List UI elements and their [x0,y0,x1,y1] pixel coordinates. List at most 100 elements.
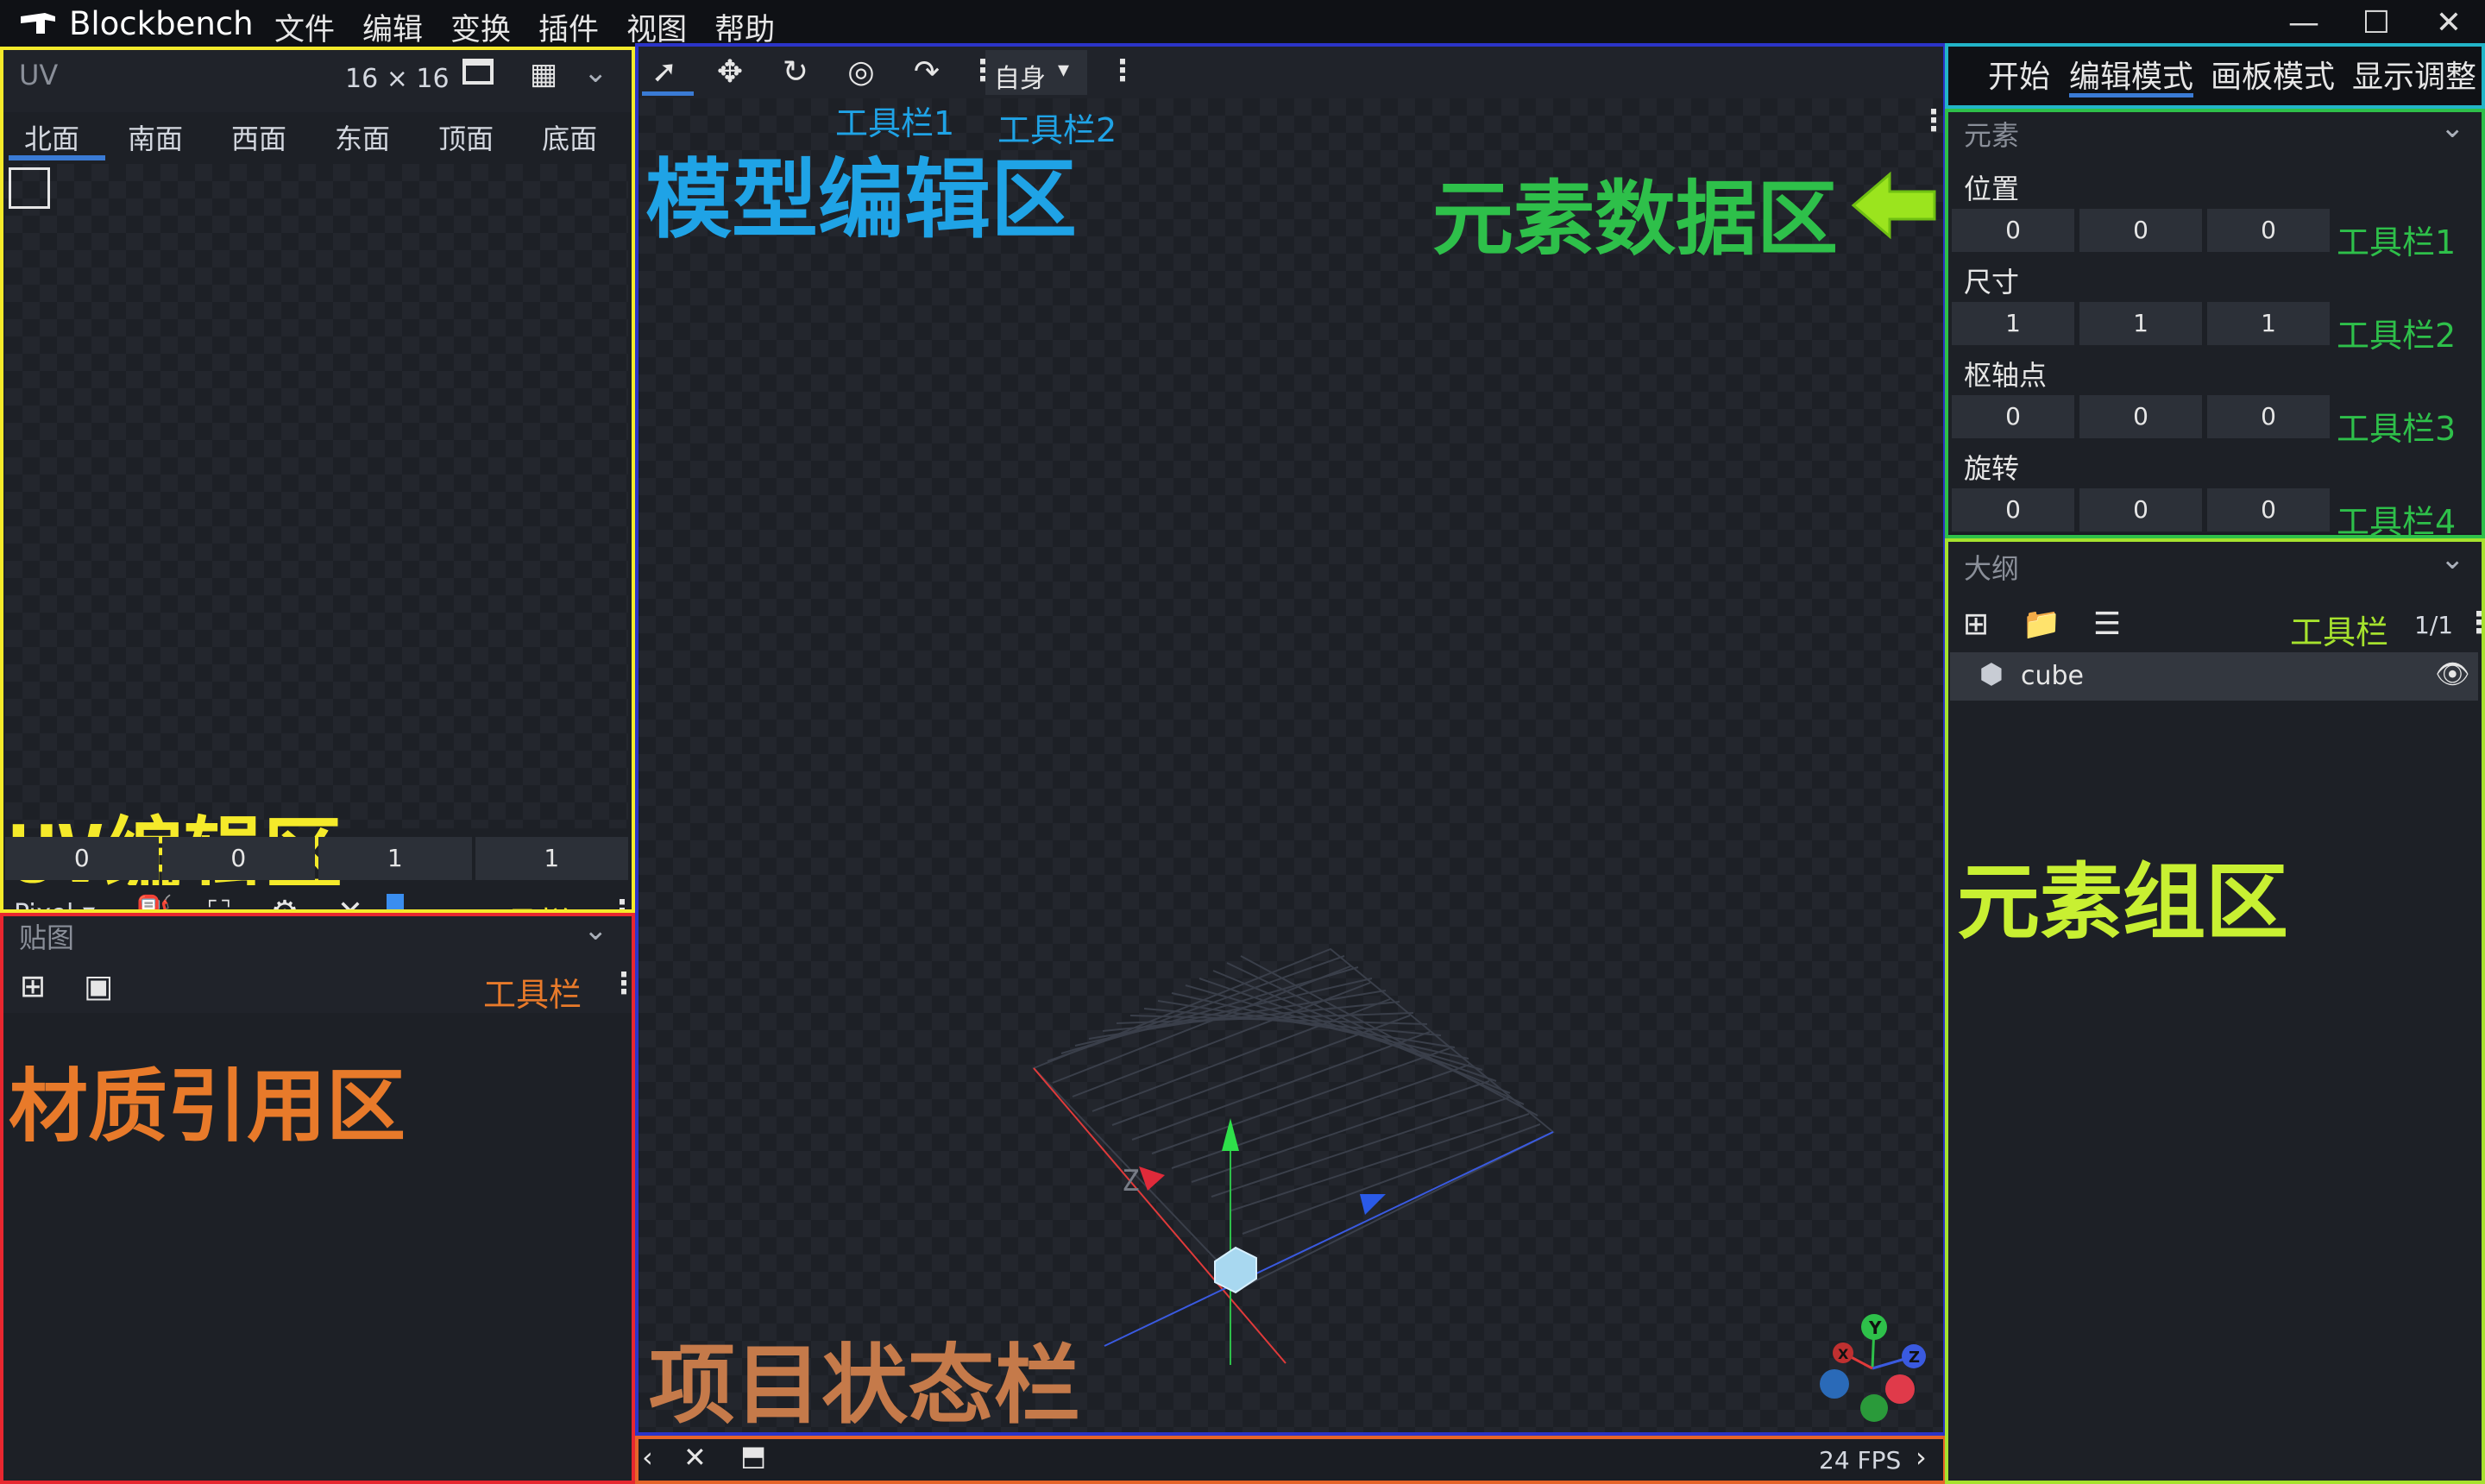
position-y-field[interactable]: 0 [2079,209,2202,252]
menu-plugins[interactable]: 插件 [538,5,599,49]
mode-tab-display[interactable]: 显示调整 [2352,52,2476,97]
mode-tab-edit[interactable]: 编辑模式 [2069,52,2193,97]
status-export-icon[interactable]: ⬒ [740,1439,766,1472]
create-texture-icon[interactable]: ▣ [78,966,119,1008]
texture-area-annotation: 材质引用区 [9,1060,406,1153]
outliner-item[interactable]: ⬢ cube 👁 [1950,652,2478,701]
app-logo: Blockbench [19,5,254,42]
menu-file[interactable]: 文件 [274,5,335,49]
uv-selection-box[interactable] [9,167,50,209]
element-data-annotation: 元素数据区 [1432,173,1839,267]
main-menu: 文件 编辑 变换 插件 视图 帮助 [274,5,775,49]
visibility-eye-icon[interactable]: 👁 [2435,657,2470,690]
pivot-tool-icon[interactable]: ◎ [840,52,882,93]
mode-tabs: 开始 编辑模式 画板模式 显示调整 [1948,47,2485,107]
status-forward-icon[interactable]: › [1916,1441,1927,1474]
active-tab-indicator [9,155,105,160]
rotation-x-field[interactable]: 0 [1952,488,2074,531]
uv-panel: UV 16 × 16 ▦ ⌄ 北面南面西面东面顶面底面 UV编辑区 0 0 1 … [0,47,637,946]
outliner-toolbar-menu-icon[interactable]: ⋮ [2464,606,2485,640]
blockbench-logo-icon [21,12,55,34]
uv-size-label[interactable]: 16 × 16 [345,64,450,94]
position-z-field[interactable]: 0 [2207,209,2330,252]
model-edit-annotation: 模型编辑区 [645,149,1077,250]
arrow-left-icon [1851,171,1936,240]
chevron-down-icon[interactable]: ⌄ [2440,542,2465,576]
size-z-field[interactable]: 1 [2207,302,2330,345]
active-tool-indicator [642,91,694,96]
space-select[interactable]: 自身 ▾ [985,50,1087,95]
uv-panel-header: UV 16 × 16 ▦ ⌄ [0,47,633,112]
vertex-snap-icon[interactable]: ↷ [906,52,947,93]
mode-tab-start[interactable]: 开始 [1988,52,2050,97]
mode-tab-paint[interactable]: 画板模式 [2211,52,2335,97]
collapse-groups-icon[interactable]: ☰ [2086,604,2128,645]
uv-panel-title: UV [19,59,59,91]
z-axis-label: Z [1122,1164,1139,1198]
pivot-y-field[interactable]: 0 [2079,395,2202,438]
close-window-button[interactable]: ✕ [2414,0,2483,47]
element-panel-title: 元素 [1964,119,2020,152]
window-icon[interactable] [462,59,494,85]
tab-south[interactable]: 南面 [128,123,183,155]
menu-help[interactable]: 帮助 [714,5,775,49]
chevron-down-icon[interactable]: ⌄ [2440,110,2465,145]
rotation-row: 旋转 0 0 0 工具栏4 [1948,443,2482,541]
orientation-gizmo[interactable]: Y Z X [1812,1308,1933,1429]
import-texture-icon[interactable]: ⊞ [12,966,53,1008]
rotation-y-field[interactable]: 0 [2079,488,2202,531]
status-back-icon[interactable]: ‹ [642,1441,653,1474]
rotation-z-field[interactable]: 0 [2207,488,2330,531]
move-tool-icon[interactable]: ➚ [644,52,685,93]
chevron-down-icon[interactable]: ⌄ [583,55,608,90]
texture-toolbar-menu-icon[interactable]: ⋮ [609,966,639,1001]
space-select-chevron-icon: ▾ [1058,57,1070,83]
pivot-row: 枢轴点 0 0 0 工具栏3 [1948,350,2482,448]
space-select-value: 自身 [994,64,1046,94]
uv-field-y2[interactable]: 1 [475,837,628,880]
menu-transform[interactable]: 变换 [450,5,511,49]
tab-down[interactable]: 底面 [542,123,597,155]
translate-tool-icon[interactable]: ✥ [709,52,751,93]
uv-field-y1[interactable]: 0 [161,837,315,880]
minimize-button[interactable]: — [2269,0,2338,47]
rotate-tool-icon[interactable]: ↻ [775,52,816,93]
add-cube-icon[interactable]: ⊞ [1955,604,1997,645]
size-y-field[interactable]: 1 [2079,302,2202,345]
position-x-field[interactable]: 0 [1952,209,2074,252]
pivot-z-field[interactable]: 0 [2207,395,2330,438]
chevron-down-icon[interactable]: ⌄ [583,913,608,947]
size-x-field[interactable]: 1 [1952,302,2074,345]
element-rows: 位置 0 0 0 工具栏1 尺寸 1 1 1 工具栏2 枢轴点 0 0 0 工具… [1948,164,2482,541]
add-group-icon[interactable]: 📁 [2021,604,2062,645]
maximize-button[interactable]: ☐ [2342,0,2411,47]
tab-north[interactable]: 北面 [24,123,79,155]
gizmo-y-label: Y [1868,1317,1882,1338]
outliner-title: 大纲 [1964,552,2020,585]
rotation-label: 旋转 [1964,452,2020,485]
size-toolbar-annotation: 工具栏2 [2337,317,2457,355]
gizmo-x-label: X [1838,1346,1849,1362]
uv-value-fields: 0 0 1 1 [5,837,628,882]
pivot-label: 枢轴点 [1964,359,2048,392]
tab-east[interactable]: 东面 [335,123,390,155]
pivot-toolbar-annotation: 工具栏3 [2337,410,2457,448]
menu-edit[interactable]: 编辑 [362,5,423,49]
toolbar2-menu-icon[interactable]: ⋮ [1108,53,1137,88]
menu-view[interactable]: 视图 [626,5,687,49]
uv-canvas[interactable] [5,164,628,828]
pivot-x-field[interactable]: 0 [1952,395,2074,438]
fps-counter: 24 FPS [1819,1446,1902,1475]
texture-toolbar-annotation: 工具栏 [483,976,582,1014]
viewport-menu-icon[interactable]: ⋮ [1919,104,1948,138]
tab-up[interactable]: 顶面 [438,123,494,155]
rotation-toolbar-annotation: 工具栏4 [2337,503,2457,541]
tab-west[interactable]: 西面 [231,123,286,155]
active-mode-indicator [2069,93,2193,97]
uv-field-x1[interactable]: 0 [5,837,159,880]
grid-icon[interactable]: ▦ [530,57,557,91]
uv-field-x2[interactable]: 1 [318,837,472,880]
element-panel: 元素 ⌄ 位置 0 0 0 工具栏1 尺寸 1 1 1 工具栏2 枢轴点 0 0… [1948,110,2482,541]
status-close-icon[interactable]: ✕ [683,1441,707,1474]
position-row: 位置 0 0 0 工具栏1 [1948,164,2482,261]
